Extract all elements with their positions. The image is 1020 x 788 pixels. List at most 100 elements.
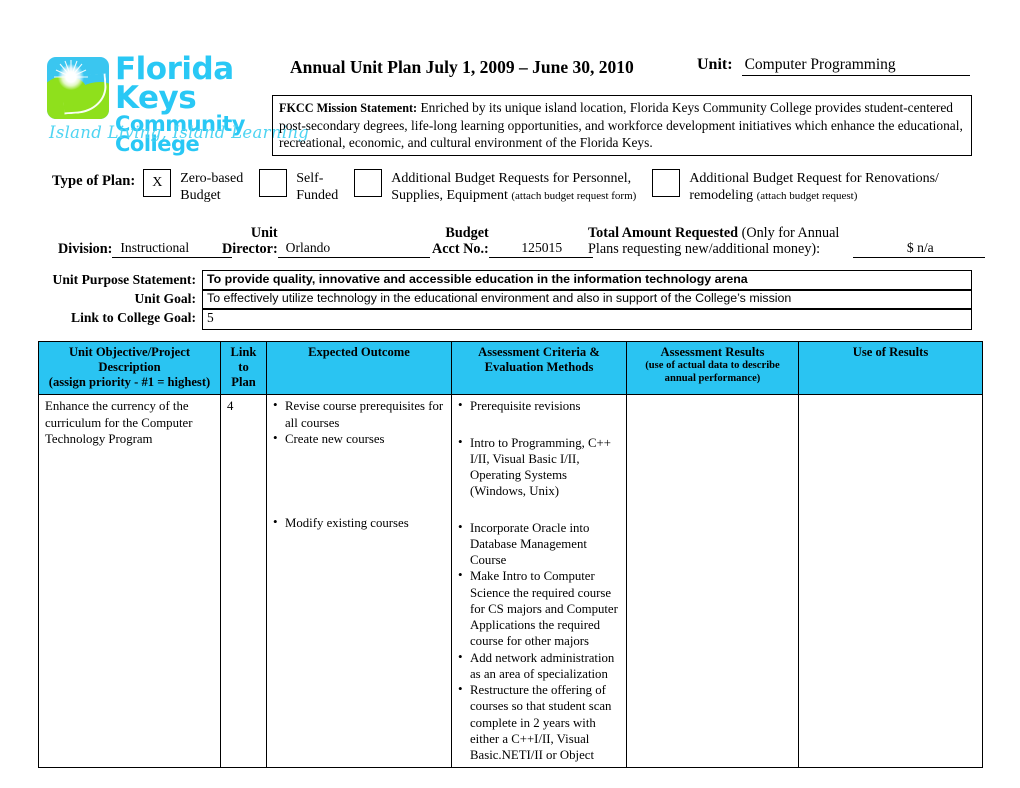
list-item: Prerequisite revisions — [458, 397, 621, 414]
link-to-college-goal-row: Link to College Goal: 5 — [50, 308, 972, 331]
unit-director-label-line2: Director: — [222, 241, 278, 258]
column-header-link-to-plan: Link to Plan — [220, 340, 267, 396]
cell-assessment-results[interactable] — [626, 394, 799, 769]
total-amount-label-bold: Total Amount Requested — [588, 225, 739, 242]
expected-outcome-list: Revise course prerequisites for all cour… — [273, 397, 446, 531]
plan-option-1-line2: Funded — [296, 188, 339, 204]
cell-expected-outcome[interactable]: Revise course prerequisites for all cour… — [266, 394, 452, 769]
plan-option-3-line2-wrap: remodeling (attach budget request) — [689, 187, 939, 204]
checkbox-zero-based-budget[interactable]: X — [143, 169, 172, 197]
table-header-row: Unit Objective/Project Description (assi… — [38, 340, 983, 396]
unit-plan-table: Unit Objective/Project Description (assi… — [38, 340, 983, 769]
document-header: Florida Keys Community College Island Li… — [0, 0, 1020, 160]
budget-account-label: Budget Acct No.: — [432, 225, 489, 258]
list-item: Add network administration as an area of… — [458, 649, 621, 683]
plan-option-zero-based-budget: Zero-based Budget — [180, 168, 243, 204]
unit-director-value[interactable]: Orlando — [277, 240, 430, 258]
cell-link-to-plan[interactable]: 4 — [220, 394, 267, 769]
cell-unit-objective[interactable]: Enhance the currency of the curriculum f… — [38, 394, 221, 769]
total-amount-label: Total Amount Requested (Only for Annual … — [588, 225, 840, 258]
column-header-link-line3: Plan — [231, 375, 256, 390]
plan-option-self-funded: Self- Funded — [296, 168, 338, 204]
division-label: Division: — [58, 241, 113, 258]
mission-statement-box: FKCC Mission Statement: Enriched by its … — [272, 95, 972, 157]
unit-director-label-line1: Unit — [250, 225, 278, 242]
purpose-goal-block: Unit Purpose Statement: To provide quali… — [50, 270, 972, 331]
plan-option-2-note: (attach budget request form) — [511, 190, 637, 203]
column-header-assessment-criteria: Assessment Criteria & Evaluation Methods — [451, 340, 627, 396]
division-field: Division: Instructional — [58, 240, 233, 258]
link-to-college-goal-label: Link to College Goal: — [71, 310, 196, 326]
unit-field: Unit: Computer Programming — [697, 56, 970, 76]
unit-goal-row: Unit Goal: To effectively utilize techno… — [50, 289, 972, 310]
budget-account-label-line2: Acct No.: — [432, 241, 489, 258]
plan-option-2-line2-wrap: Supplies, Equipment (attach budget reque… — [391, 187, 636, 204]
plan-option-2-line2: Supplies, Equipment — [391, 188, 512, 204]
column-header-assessment-results-line1: Assessment Results — [660, 345, 765, 359]
unit-goal-label: Unit Goal: — [134, 291, 196, 307]
budget-account-label-line1: Budget — [445, 225, 489, 242]
assessment-criteria-list: Prerequisite revisions Intro to Programm… — [458, 397, 621, 763]
list-item: Intro to Programming, C++ I/II, Visual B… — [458, 434, 621, 500]
column-header-assessment-criteria-line2: Evaluation Methods — [484, 360, 594, 375]
plan-option-2-line1: Additional Budget Requests for Personnel… — [391, 171, 632, 186]
cell-use-of-results[interactable] — [798, 394, 983, 769]
plan-option-0-line2: Budget — [180, 188, 221, 204]
column-header-unit-objective-line2: Description — [98, 360, 161, 375]
total-amount-requested-field: Total Amount Requested (Only for Annual … — [588, 225, 986, 258]
list-item: Incorporate Oracle into Database Managem… — [458, 519, 621, 569]
cell-assessment-criteria[interactable]: Prerequisite revisions Intro to Programm… — [451, 394, 627, 769]
type-of-plan-label: Type of Plan: — [52, 173, 136, 189]
plan-option-additional-budget-personnel: Additional Budget Requests for Personnel… — [391, 168, 636, 204]
plan-option-3-line2: remodeling — [689, 188, 757, 204]
mission-statement-label: FKCC Mission Statement: — [279, 101, 418, 115]
checkbox-additional-budget-personnel[interactable] — [354, 169, 383, 197]
budget-account-value[interactable]: 125015 — [488, 240, 593, 258]
column-header-assessment-results-line2: (use of actual data to describe — [645, 360, 780, 372]
column-header-assessment-results: Assessment Results (use of actual data t… — [626, 340, 799, 396]
unit-value[interactable]: Computer Programming — [741, 56, 970, 76]
column-header-unit-objective-line3: (assign priority - #1 = highest) — [48, 375, 211, 390]
plan-option-additional-budget-renovations: Additional Budget Request for Renovation… — [689, 168, 939, 204]
list-item: Modify existing courses — [273, 514, 446, 531]
unit-purpose-statement-label: Unit Purpose Statement: — [52, 272, 196, 287]
division-value[interactable]: Instructional — [112, 240, 233, 258]
column-header-unit-objective-line1: Unit Objective/Project — [68, 345, 191, 359]
plan-option-0-line1: Zero-based — [180, 171, 244, 186]
column-header-unit-objective: Unit Objective/Project Description (assi… — [38, 340, 221, 396]
logo-mark-icon — [47, 57, 109, 119]
table-row: Enhance the currency of the curriculum f… — [38, 394, 983, 769]
column-header-use-of-results: Use of Results — [798, 340, 983, 396]
list-item: Revise course prerequisites for all cour… — [273, 397, 446, 431]
link-to-college-goal-value[interactable]: 5 — [202, 308, 972, 331]
column-header-expected-outcome-line1: Expected Outcome — [308, 345, 410, 359]
list-item: Create new courses — [273, 430, 446, 447]
column-header-assessment-results-line3: annual performance) — [664, 372, 761, 384]
logo-line-1: Florida Keys — [115, 51, 234, 117]
document-page: Florida Keys Community College Island Li… — [0, 0, 1020, 788]
list-item: Restructure the offering of courses so t… — [458, 681, 621, 763]
total-amount-label-line2: Plans requesting new/additional money): — [588, 241, 821, 258]
unit-purpose-statement-row: Unit Purpose Statement: To provide quali… — [50, 270, 972, 291]
plan-option-1-line1: Self- — [296, 171, 324, 186]
unit-label: Unit: — [697, 56, 733, 73]
fkcc-logo: Florida Keys Community College Island Li… — [47, 54, 309, 154]
plan-option-3-line1: Additional Budget Request for Renovation… — [689, 171, 939, 186]
unit-director-label: Unit Director: — [222, 225, 278, 258]
total-amount-value[interactable]: $ n/a — [853, 240, 986, 258]
unit-director-field: Unit Director: Orlando — [222, 225, 430, 258]
total-amount-label-rest: (Only for Annual — [738, 225, 840, 242]
logo-tagline: Island Living, Island Learning — [49, 123, 310, 142]
column-header-link-line2: to — [238, 360, 249, 375]
unit-goal-value[interactable]: To effectively utilize technology in the… — [202, 289, 972, 310]
checkbox-additional-budget-renovations[interactable] — [652, 169, 681, 197]
column-header-assessment-criteria-line1: Assessment Criteria & — [478, 345, 600, 359]
total-amount-label-line1: Total Amount Requested (Only for Annual — [588, 225, 840, 242]
type-of-plan-row: Type of Plan: X Zero-based Budget Self- … — [52, 168, 992, 204]
column-header-use-of-results-line1: Use of Results — [852, 345, 929, 359]
budget-account-field: Budget Acct No.: 125015 — [432, 225, 593, 258]
list-item: Make Intro to Computer Science the requi… — [458, 567, 621, 649]
checkbox-self-funded[interactable] — [259, 169, 288, 197]
column-header-link-line1: Link — [230, 345, 257, 359]
unit-purpose-statement-value[interactable]: To provide quality, innovative and acces… — [202, 270, 972, 291]
